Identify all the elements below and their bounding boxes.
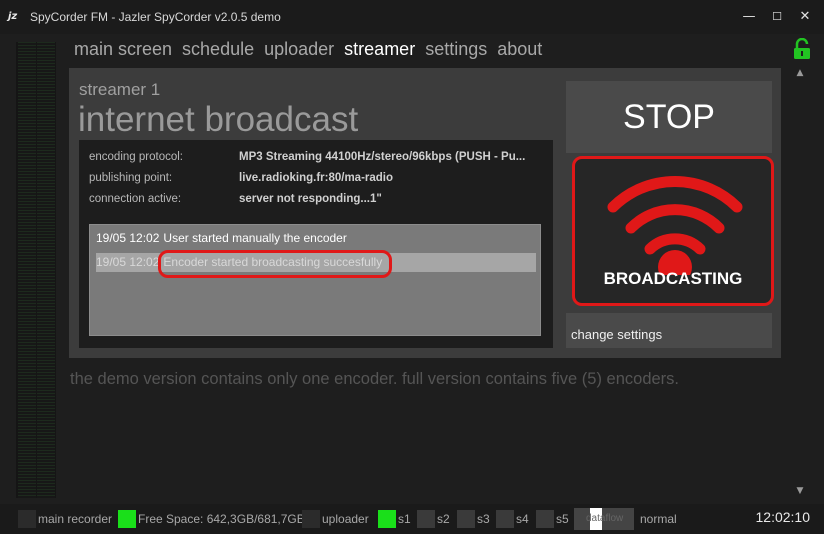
tab-streamer[interactable]: streamer bbox=[344, 39, 415, 63]
log-entry-time: 19/05 12:02 bbox=[96, 255, 160, 269]
uploader-indicator bbox=[302, 510, 320, 528]
broadcasting-highlight-frame: BROADCASTING bbox=[572, 156, 774, 306]
s3-label: s3 bbox=[477, 512, 490, 526]
broadcasting-label: BROADCASTING bbox=[603, 269, 743, 288]
log-entry-message: Encoder started broadcasting succesfully bbox=[163, 255, 383, 269]
dataflow-label: dataflow bbox=[586, 513, 624, 524]
tab-main-screen[interactable]: main screen bbox=[74, 39, 172, 63]
main-nav: main screen schedule uploader streamer s… bbox=[74, 39, 552, 63]
streamer-panel: streamer 1 internet broadcast encoding p… bbox=[69, 68, 781, 358]
mode-status: normal bbox=[640, 508, 677, 530]
s5-status: s5 bbox=[536, 508, 569, 530]
encoding-protocol-label: encoding protocol: bbox=[89, 151, 183, 163]
publishing-point-value: live.radioking.fr:80/ma-radio bbox=[239, 172, 394, 184]
connection-active-row: connection active: server not responding… bbox=[89, 193, 549, 209]
main-recorder-label: main recorder bbox=[38, 512, 113, 526]
tab-uploader[interactable]: uploader bbox=[264, 39, 334, 63]
encoder-info-box: encoding protocol: MP3 Streaming 44100Hz… bbox=[79, 140, 553, 348]
encoding-protocol-row: encoding protocol: MP3 Streaming 44100Hz… bbox=[89, 151, 549, 167]
free-space-label: Free Space: 642,3GB/681,7GB bbox=[138, 512, 305, 526]
vu-meter bbox=[16, 42, 56, 498]
tab-settings[interactable]: settings bbox=[425, 39, 487, 63]
vu-meter-right-channel bbox=[37, 42, 55, 498]
unlock-icon[interactable] bbox=[792, 38, 812, 60]
vu-meter-left-channel bbox=[18, 42, 36, 498]
encoding-protocol-value: MP3 Streaming 44100Hz/stereo/96kbps (PUS… bbox=[239, 151, 526, 163]
s1-label: s1 bbox=[398, 512, 411, 526]
free-space-status: Free Space: 642,3GB/681,7GB bbox=[118, 508, 305, 530]
publishing-point-row: publishing point: live.radioking.fr:80/m… bbox=[89, 172, 549, 188]
main-recorder-indicator bbox=[18, 510, 36, 528]
s1-status: s1 bbox=[378, 508, 411, 530]
app-logo: jz bbox=[8, 11, 18, 22]
stop-button[interactable]: STOP bbox=[566, 81, 772, 153]
scroll-down-arrow-icon[interactable]: ▼ bbox=[794, 486, 806, 498]
connection-active-value: server not responding...1" bbox=[239, 193, 382, 205]
main-recorder-status: main recorder bbox=[18, 508, 112, 530]
change-settings-button[interactable]: change settings bbox=[566, 313, 772, 348]
s3-status: s3 bbox=[457, 508, 490, 530]
page-title: internet broadcast bbox=[78, 100, 359, 139]
clock: 12:02:10 bbox=[755, 509, 811, 525]
s4-status: s4 bbox=[496, 508, 529, 530]
event-log[interactable]: 19/05 12:02 User started manually the enc… bbox=[89, 224, 541, 336]
uploader-status: uploader bbox=[302, 508, 369, 530]
uploader-label: uploader bbox=[322, 512, 369, 526]
log-entry[interactable]: 19/05 12:02 User started manually the enc… bbox=[96, 229, 536, 248]
s3-indicator bbox=[457, 510, 475, 528]
s5-indicator bbox=[536, 510, 554, 528]
minimize-button[interactable]: — bbox=[738, 6, 760, 28]
mode-label: normal bbox=[640, 512, 677, 526]
publishing-point-label: publishing point: bbox=[89, 172, 173, 184]
streamer-label: streamer 1 bbox=[79, 80, 161, 99]
log-entry-time: 19/05 12:02 bbox=[96, 231, 160, 245]
broadcasting-indicator: BROADCASTING bbox=[566, 153, 774, 313]
status-bar: main recorder Free Space: 642,3GB/681,7G… bbox=[0, 504, 824, 534]
s2-indicator bbox=[417, 510, 435, 528]
broadcast-signal-icon bbox=[607, 175, 743, 275]
s1-indicator bbox=[378, 510, 396, 528]
scroll-up-arrow-icon[interactable]: ▲ bbox=[794, 68, 806, 80]
free-space-indicator bbox=[118, 510, 136, 528]
log-entry-message: User started manually the encoder bbox=[163, 231, 347, 245]
maximize-button[interactable]: ☐ bbox=[766, 6, 788, 28]
s2-status: s2 bbox=[417, 508, 450, 530]
s5-label: s5 bbox=[556, 512, 569, 526]
tab-about[interactable]: about bbox=[497, 39, 542, 63]
s2-label: s2 bbox=[437, 512, 450, 526]
log-entry-selected[interactable]: 19/05 12:02 Encoder started broadcasting … bbox=[96, 253, 536, 272]
window-title: SpyCorder FM - Jazler SpyCorder v2.0.5 d… bbox=[30, 10, 281, 24]
s4-indicator bbox=[496, 510, 514, 528]
close-button[interactable]: ✕ bbox=[794, 6, 816, 28]
demo-note: the demo version contains only one encod… bbox=[70, 370, 680, 388]
connection-active-label: connection active: bbox=[89, 193, 182, 205]
s4-label: s4 bbox=[516, 512, 529, 526]
dataflow-indicator: dataflow bbox=[574, 508, 634, 530]
title-bar: jz SpyCorder FM - Jazler SpyCorder v2.0.… bbox=[0, 0, 824, 34]
tab-schedule[interactable]: schedule bbox=[182, 39, 254, 63]
